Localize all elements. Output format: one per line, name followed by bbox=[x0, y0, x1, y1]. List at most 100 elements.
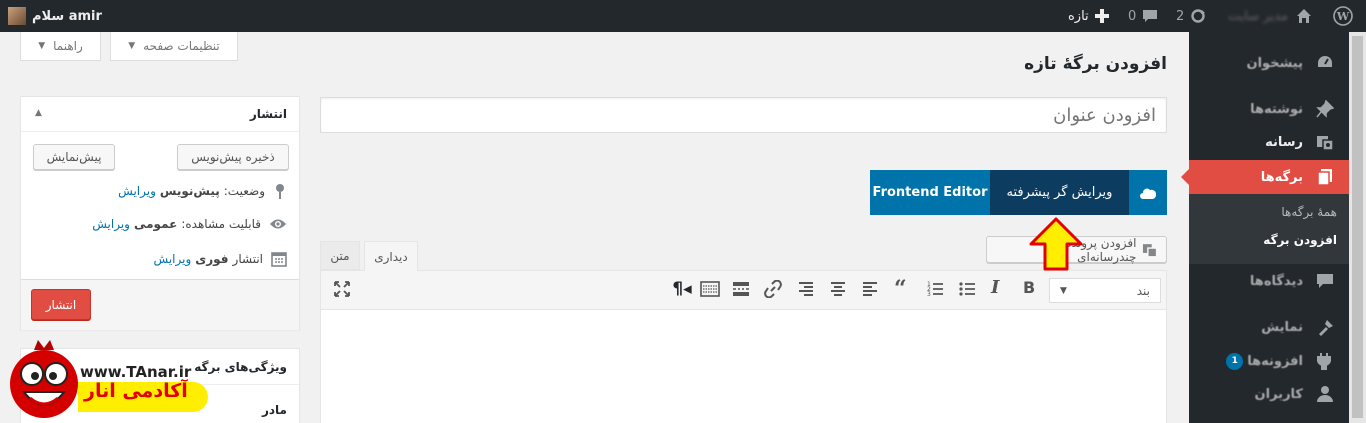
wordpress-icon: W bbox=[1333, 6, 1353, 26]
screen-options-tab[interactable]: ▼ تنظیمات صفحه bbox=[110, 32, 238, 61]
chevron-down-icon: ▼ bbox=[128, 41, 136, 51]
active-menu-pointer bbox=[1181, 169, 1189, 185]
comment-bubble-icon bbox=[1143, 10, 1158, 22]
tab-visual[interactable]: دیداری bbox=[364, 241, 418, 271]
editor-content-area[interactable] bbox=[320, 310, 1167, 423]
italic-icon[interactable]: I bbox=[991, 277, 999, 298]
blockquote-icon[interactable]: “ bbox=[894, 278, 907, 300]
new-content-link[interactable]: تازه bbox=[1068, 0, 1120, 32]
screen-meta-links: ▼ راهنما ▼ تنظیمات صفحه bbox=[20, 32, 238, 62]
dashboard-icon bbox=[1315, 53, 1335, 73]
media-icon bbox=[1315, 132, 1335, 152]
menu-label: پیشخوان bbox=[1246, 55, 1304, 71]
advanced-editor-button[interactable]: ویرایش گر پیشرفته bbox=[990, 170, 1129, 215]
pages-icon bbox=[1315, 167, 1335, 187]
page-attributes-title: ویژگی‌های برگه bbox=[194, 360, 287, 374]
format-select[interactable]: ▼ بند bbox=[1049, 278, 1161, 303]
pin-icon bbox=[1315, 99, 1335, 119]
edit-visibility-link[interactable]: ویرایش bbox=[92, 217, 130, 231]
edit-status-link[interactable]: ویرایش bbox=[118, 184, 156, 198]
pomegranate-mascot-icon bbox=[10, 340, 78, 418]
appearance-icon bbox=[1315, 317, 1335, 337]
publish-button[interactable]: انتشار bbox=[31, 289, 91, 320]
paragraph-icon[interactable]: ¶◂ bbox=[667, 277, 697, 301]
publish-box-title: انتشار bbox=[249, 107, 287, 121]
svg-text:3: 3 bbox=[927, 291, 931, 298]
submenu: همهٔ برگه‌ها افزودن برگه bbox=[1189, 194, 1349, 264]
updates-link[interactable]: 2 bbox=[1176, 0, 1216, 32]
collapse-arrow-icon[interactable]: ▲ bbox=[35, 108, 42, 118]
page-title: افزودن برگهٔ تازه bbox=[1024, 54, 1167, 74]
menu-item-users[interactable]: کاربران bbox=[1189, 377, 1349, 411]
align-right-icon[interactable] bbox=[797, 280, 815, 298]
my-account[interactable]: سلام amir bbox=[8, 0, 102, 32]
admin-bar: سلام amir W مدیر سایت 2 0 تازه bbox=[0, 0, 1366, 32]
builder-logo-button[interactable] bbox=[1129, 170, 1167, 215]
annotation-arrow bbox=[1026, 216, 1086, 272]
wp-logo[interactable]: W bbox=[1320, 0, 1366, 32]
pin-icon bbox=[276, 184, 284, 199]
submenu-all-pages[interactable]: همهٔ برگه‌ها bbox=[1281, 205, 1337, 219]
comments-link[interactable]: 0 bbox=[1128, 0, 1168, 32]
avatar bbox=[8, 7, 26, 25]
updates-count: 2 bbox=[1176, 8, 1185, 24]
menu-label: نوشته‌ها bbox=[1250, 101, 1303, 117]
edit-schedule-link[interactable]: ویرایش bbox=[154, 252, 192, 266]
visibility-row: قابلیت مشاهده: عمومی ویرایش bbox=[92, 217, 287, 231]
save-draft-button[interactable]: ذخیره پیش‌نویس bbox=[177, 144, 289, 170]
comments-count: 0 bbox=[1128, 8, 1137, 24]
align-left-icon[interactable] bbox=[861, 280, 879, 298]
publish-box-header: انتشار ▲ bbox=[21, 97, 299, 132]
menu-label: برگه‌ها bbox=[1260, 169, 1303, 185]
menu-label: دیدگاه‌ها bbox=[1249, 273, 1303, 289]
chevron-down-icon: ▼ bbox=[38, 41, 46, 51]
fullscreen-icon[interactable] bbox=[333, 280, 351, 298]
submenu-add-page[interactable]: افزودن برگه bbox=[1263, 233, 1337, 247]
preview-button[interactable]: پیش‌نمایش bbox=[33, 144, 115, 170]
menu-item-comments[interactable]: دیدگاه‌ها bbox=[1189, 264, 1349, 298]
home-icon bbox=[1297, 9, 1311, 23]
plus-icon bbox=[1094, 9, 1109, 23]
menu-label: نمایش bbox=[1261, 319, 1303, 335]
watermark-name: آکادمی انار bbox=[84, 380, 188, 402]
tab-text[interactable]: متن bbox=[320, 241, 360, 270]
bold-icon[interactable]: B bbox=[1023, 278, 1035, 297]
menu-item-media[interactable]: رسانه bbox=[1189, 125, 1349, 159]
site-name-link[interactable]: مدیر سایت bbox=[1222, 0, 1312, 32]
frontend-editor-button[interactable]: Frontend Editor bbox=[870, 170, 990, 215]
site-name-text: مدیر سایت bbox=[1228, 8, 1288, 24]
visibility-value: عمومی bbox=[133, 217, 178, 231]
menu-label: رسانه bbox=[1265, 134, 1303, 150]
menu-item-plugins[interactable]: افزونه‌ها 1 bbox=[1189, 344, 1349, 378]
scrollbar-thumb[interactable] bbox=[1352, 36, 1363, 418]
menu-item-pages[interactable]: برگه‌ها bbox=[1189, 160, 1349, 194]
add-media-icon bbox=[1143, 243, 1158, 258]
new-label: تازه bbox=[1068, 8, 1089, 24]
status-label: وضعیت: bbox=[223, 184, 265, 198]
updates-icon bbox=[1191, 9, 1206, 23]
plugins-icon bbox=[1315, 351, 1335, 371]
publish-box: انتشار ▲ ذخیره پیش‌نویس پیش‌نمایش وضعیت:… bbox=[20, 96, 300, 330]
format-select-value: بند bbox=[1136, 283, 1150, 298]
align-center-icon[interactable] bbox=[829, 280, 847, 298]
eye-icon bbox=[270, 219, 286, 229]
svg-text:W: W bbox=[1336, 10, 1350, 23]
link-icon[interactable] bbox=[764, 280, 782, 298]
menu-item-appearance[interactable]: نمایش bbox=[1189, 310, 1349, 344]
menu-label: کاربران bbox=[1254, 386, 1303, 402]
bullet-list-icon[interactable] bbox=[958, 280, 976, 298]
number-list-icon[interactable]: 123 bbox=[926, 280, 944, 298]
toolbar-toggle-icon[interactable] bbox=[700, 280, 720, 298]
greeting-text: سلام amir bbox=[32, 8, 102, 24]
read-more-icon[interactable] bbox=[732, 280, 750, 298]
menu-item-posts[interactable]: نوشته‌ها bbox=[1189, 92, 1349, 126]
users-icon bbox=[1315, 384, 1335, 404]
plugins-update-badge: 1 bbox=[1226, 352, 1244, 370]
schedule-label: انتشار bbox=[232, 252, 263, 266]
menu-item-dashboard[interactable]: پیشخوان bbox=[1189, 46, 1349, 80]
admin-menu: پیشخوان نوشته‌ها رسانه برگه‌ها همهٔ برگه… bbox=[1181, 32, 1366, 423]
menu-label: افزونه‌ها bbox=[1247, 353, 1303, 369]
watermark-logo: آکادمی انار www.TAnar.ir bbox=[8, 336, 208, 423]
help-tab[interactable]: ▼ راهنما bbox=[20, 32, 101, 61]
title-input[interactable] bbox=[320, 97, 1167, 133]
